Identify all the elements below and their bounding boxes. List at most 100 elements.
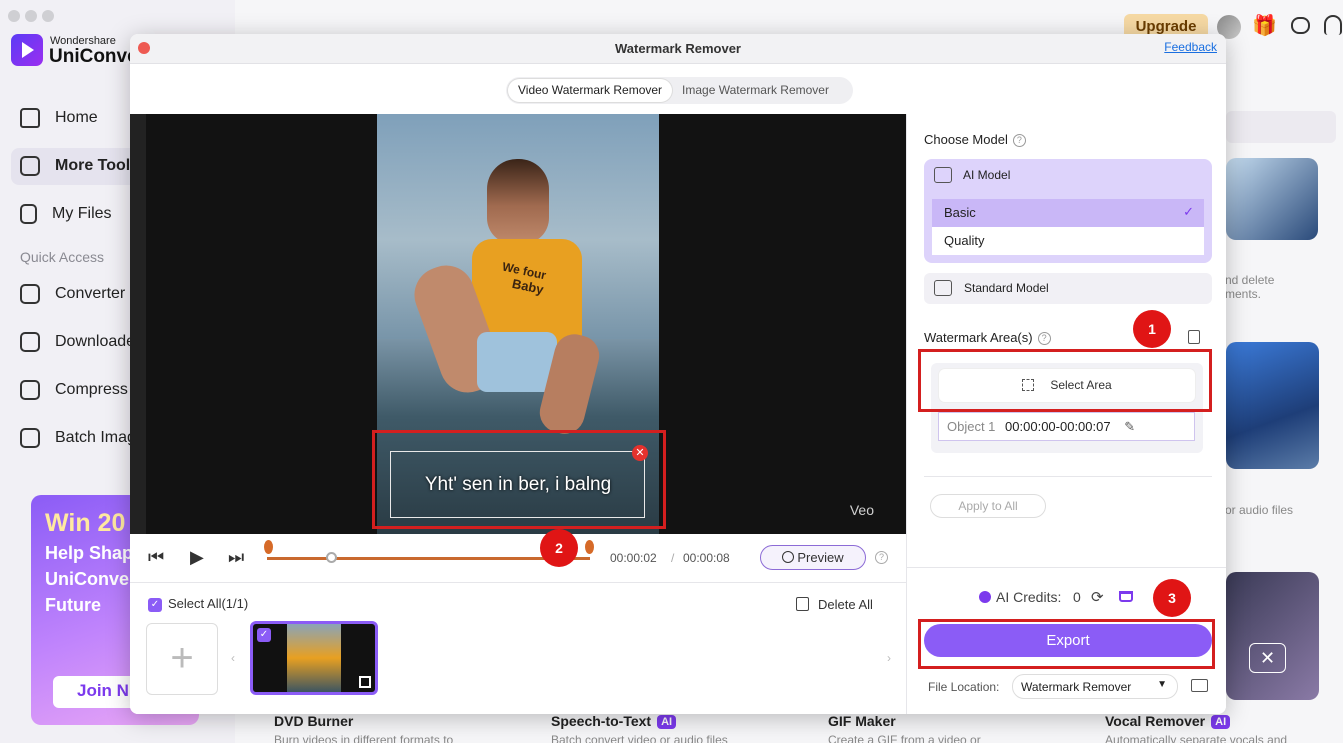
edit-icon[interactable]: ✎ [1124, 419, 1135, 434]
app-logo-icon [11, 34, 43, 66]
step-badge-2: 2 [540, 529, 578, 567]
preview-button[interactable]: Preview [760, 545, 866, 570]
ai-model-card[interactable]: AI Model Basic ✓ Quality [924, 159, 1212, 263]
trim-end-handle[interactable] [585, 540, 594, 554]
download-icon [20, 332, 40, 352]
apply-to-all-button[interactable]: Apply to All [930, 494, 1046, 518]
play-icon[interactable]: ▶ [190, 547, 204, 568]
sidebar-item-label: Downloade [55, 333, 136, 350]
watermark-areas-heading: Watermark Area(s)? [924, 330, 1051, 345]
model-option-quality[interactable]: Quality [932, 227, 1204, 255]
brand-name-large: UniConve [49, 46, 138, 67]
sidebar-item-my-files[interactable]: My Files [20, 199, 112, 229]
file-icon [20, 204, 37, 224]
gift-icon[interactable]: 🎁 [1252, 14, 1277, 38]
help-icon[interactable]: ? [1037, 332, 1051, 345]
scroll-right-icon[interactable]: › [887, 651, 891, 665]
trash-icon[interactable] [1188, 330, 1200, 344]
cart-icon[interactable] [1119, 591, 1133, 602]
window-close-dot[interactable] [8, 10, 20, 22]
sidebar-item-converter[interactable]: Converter [20, 279, 125, 309]
tool-card-image[interactable] [1226, 572, 1319, 700]
next-frame-icon[interactable]: ⏭ [228, 547, 244, 568]
highlight-export [918, 619, 1215, 669]
player-edge [130, 114, 146, 534]
refresh-icon[interactable]: ⟳ [1091, 588, 1104, 606]
fullscreen-icon[interactable] [359, 676, 371, 688]
card-title-text: GIF Maker [828, 713, 896, 729]
sidebar-item-downloader[interactable]: Downloade [20, 327, 135, 357]
help-icon[interactable]: ? [1012, 134, 1026, 147]
previous-frame-icon[interactable]: ⏮ [148, 547, 164, 568]
tool-card-image[interactable] [1226, 158, 1318, 240]
trash-icon[interactable] [796, 597, 809, 611]
tab-video-watermark-remover[interactable]: Video Watermark Remover [508, 79, 673, 102]
card-title-gif-maker[interactable]: GIF Maker [828, 713, 896, 729]
watermark-areas-label: Watermark Area(s) [924, 330, 1033, 345]
object-label: Object 1 [947, 419, 996, 434]
play-circle-icon [782, 551, 795, 563]
promo-line: Help Shap [45, 543, 134, 563]
promo-line: Future [45, 595, 101, 615]
divider [924, 476, 1212, 477]
highlight-watermark-region [372, 430, 666, 529]
select-all-checkbox[interactable]: ✓ [148, 598, 162, 612]
sidebar-item-compressor[interactable]: Compress [20, 375, 128, 405]
sidebar-item-home[interactable]: Home [20, 103, 98, 133]
chevron-down-icon: ▼ [1157, 679, 1167, 690]
standard-model-label: Standard Model [964, 281, 1049, 295]
card-desc: Create a GIF from a video or [828, 733, 981, 743]
tool-card-image[interactable] [1226, 342, 1319, 469]
converter-icon [20, 284, 40, 304]
check-icon: ✓ [1183, 204, 1194, 219]
card-title-speech-to-text[interactable]: Speech-to-Text AI [551, 713, 677, 729]
promo-heading: Win 20 [45, 509, 126, 537]
credits-icon [979, 591, 991, 603]
window-minimize-dot[interactable] [25, 10, 37, 22]
playhead[interactable] [325, 552, 337, 563]
ai-badge: AI [1211, 715, 1231, 729]
quick-access-heading: Quick Access [20, 249, 105, 265]
preview-label: Preview [797, 550, 844, 565]
support-icon[interactable] [1324, 15, 1342, 35]
sidebar-item-label: Batch Imag [55, 429, 136, 446]
feedback-link[interactable]: Feedback [1164, 40, 1217, 54]
video-brand-mark: Veo [849, 502, 874, 518]
folder-icon[interactable] [1191, 679, 1208, 692]
search-bar-bg [1226, 111, 1336, 143]
help-icon[interactable]: ? [875, 551, 888, 564]
sidebar-item-more-tools[interactable]: More Tool [20, 151, 130, 181]
ai-model-label: AI Model [963, 168, 1011, 182]
standard-model-option[interactable]: Standard Model [924, 273, 1212, 304]
step-badge-1: 1 [1133, 310, 1171, 348]
file-location-value: Watermark Remover [1021, 680, 1132, 694]
card-title-vocal-remover[interactable]: Vocal Remover AI [1105, 713, 1231, 729]
card-title-dvd-burner[interactable]: DVD Burner [274, 713, 353, 729]
card-desc-partial: or audio files [1225, 503, 1294, 517]
card-desc-partial: nd delete [1225, 273, 1275, 287]
model-option-basic[interactable]: Basic ✓ [932, 199, 1204, 227]
window-zoom-dot[interactable] [42, 10, 54, 22]
video-thumbnail[interactable]: ✓ [250, 621, 378, 695]
select-all-label[interactable]: Select All(1/1) [168, 596, 248, 611]
file-location-select[interactable]: Watermark Remover ▼ [1012, 674, 1178, 699]
sidebar-item-label: Converter [55, 285, 126, 302]
trim-start-handle[interactable] [264, 540, 273, 554]
sidebar-item-batch-image[interactable]: Batch Imag [20, 423, 136, 453]
card-title-text: Speech-to-Text [551, 713, 652, 729]
add-file-button[interactable]: + [146, 623, 218, 695]
choose-model-label: Choose Model [924, 132, 1008, 147]
tab-image-watermark-remover[interactable]: Image Watermark Remover [672, 79, 839, 102]
scroll-left-icon[interactable]: ‹ [231, 651, 235, 665]
divider [907, 567, 1226, 568]
watermark-object-row[interactable]: Object 1 00:00:00-00:00:07 ✎ [938, 412, 1195, 441]
card-desc: Batch convert video or audio files [551, 733, 728, 743]
card-desc-partial: ments. [1225, 287, 1262, 301]
message-icon[interactable] [1291, 17, 1310, 34]
sidebar-item-label: My Files [52, 205, 112, 222]
delete-all-button[interactable]: Delete All [818, 597, 873, 612]
sidebar-item-label: Home [55, 109, 98, 126]
highlight-select-area [918, 349, 1212, 412]
object-time-range: 00:00:00-00:00:07 [1005, 419, 1111, 434]
thumbnail-checkbox[interactable]: ✓ [257, 628, 271, 642]
